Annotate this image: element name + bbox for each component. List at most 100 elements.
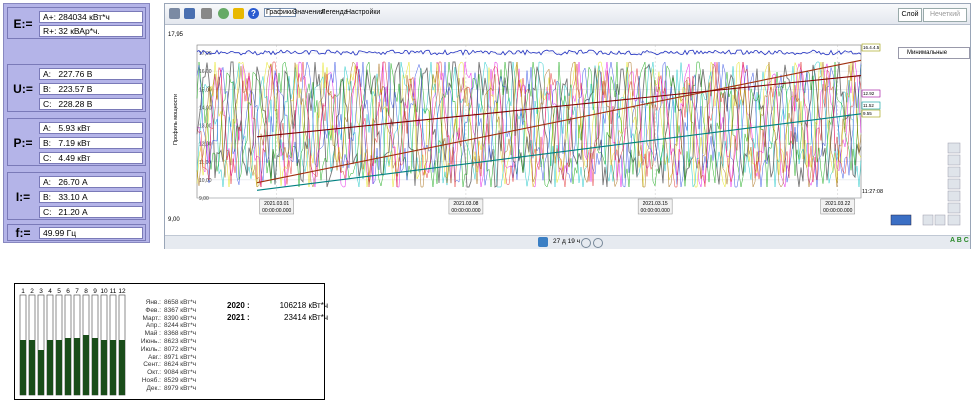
month-name: Сент.: [143, 361, 161, 369]
side-tool-2[interactable] [947, 154, 961, 166]
x-tick-time: 00:00:00.000 [641, 208, 670, 214]
y-tick-label: 13,00 [199, 124, 212, 130]
month-name: Март.: [142, 314, 161, 322]
voltage-c-cell: C: 228.28 В [39, 98, 143, 110]
x-tick-date: 2021.03.08 [453, 201, 478, 207]
energy-a-cell: A+: 284034 кВт*ч [39, 11, 143, 23]
right-label: 9.55 [863, 111, 872, 116]
back-icon[interactable] [581, 238, 591, 248]
month-row: Фев.: 8367 кВт*ч [133, 307, 196, 314]
current-c-cell: C: 21.20 А [39, 206, 143, 218]
layer-button[interactable]: Слой [898, 8, 922, 22]
side-tool-3[interactable] [947, 166, 961, 178]
meter-panel: E:= A+: 284034 кВт*ч R+: 32 кВАр*ч. U:= … [3, 3, 150, 243]
month-row: Окт.: 9084 кВт*ч [133, 369, 196, 376]
month-number: 8 [84, 288, 88, 295]
month-number: 1 [21, 288, 25, 295]
x-tick-date: 2021.03.01 [264, 201, 289, 207]
power-a-cell: A: 5.93 кВт [39, 122, 143, 134]
year-2020-row: 2020 :106218 кВт*ч [227, 301, 328, 310]
month-value: 8367 кВт*ч [164, 306, 197, 314]
mode-button[interactable]: Нечеткий [923, 8, 967, 22]
monthly-bars: 1 2 3 4 5 6 7 8 9 10 11 12 [19, 288, 126, 396]
month-name: Фев.: [145, 306, 161, 314]
month-name: Авг.: [148, 353, 161, 361]
star-icon[interactable] [233, 8, 244, 19]
view-toggle-icon[interactable] [890, 214, 912, 226]
side-tool-4[interactable] [947, 178, 961, 190]
month-row: Янв.: 8658 кВт*ч [133, 299, 196, 306]
month-row: Июль.: 8072 кВт*ч [133, 346, 196, 353]
legend-abc-icon[interactable]: A B C [950, 237, 969, 244]
plot-area: 17,95 9,00 Профиль мощности 17,00 16,00 15… [165, 25, 970, 235]
save-icon[interactable] [184, 8, 195, 19]
tab-values[interactable]: Значения [293, 9, 324, 16]
frequency-symbol: f:= [15, 226, 31, 240]
tab-legend[interactable]: Легенда [321, 9, 348, 16]
month-number: 2 [30, 288, 34, 295]
month-bar-fill [101, 340, 107, 395]
month-value: 8623 кВт*ч [164, 338, 197, 345]
month-value: 8072 кВт*ч [164, 345, 197, 353]
current-a-cell: A: 26.70 А [39, 176, 143, 188]
month-number: 9 [93, 288, 97, 295]
x-tick-time: 00:00:00.000 [823, 208, 852, 214]
print-icon[interactable] [201, 8, 212, 19]
calendar-icon[interactable] [538, 237, 548, 247]
y-top-label: 17,95 [168, 32, 184, 38]
power-b-cell: B: 7.19 кВт [39, 137, 143, 149]
month-name: Янв.: [145, 299, 161, 306]
month-value: 8658 кВт*ч [164, 299, 197, 306]
voltage-group: U:= A: 227.76 В B: 223.57 В C: 228.28 В [7, 64, 146, 112]
current-symbol: I:= [15, 190, 31, 204]
chart-icon[interactable] [169, 8, 180, 19]
month-row: Нояб.: 8529 кВт*ч [133, 377, 196, 384]
zoom-fit-icon[interactable] [947, 214, 961, 226]
tab-graphs[interactable]: Графики [264, 8, 296, 17]
x-tick-date: 2021.03.15 [643, 201, 668, 207]
toolbar: ? Графики Значения Легенда Настройки Сло… [165, 4, 970, 25]
month-value: 8368 кВт*ч [164, 330, 197, 338]
month-bar-fill [92, 338, 98, 395]
month-row: Апр.: 8244 кВт*ч [133, 322, 196, 329]
month-name: Нояб.: [141, 377, 161, 384]
side-tool-1[interactable] [947, 142, 961, 154]
side-tool-6[interactable] [947, 202, 961, 214]
month-bar-fill [20, 340, 26, 395]
energy-symbol: E:= [13, 17, 33, 31]
y-axis-label: Профиль мощности [173, 94, 179, 145]
year-2021-row: 2021 :23414 кВт*ч [227, 313, 328, 322]
x-ticks: 2021.03.0100:00:00.0002021.03.0800:00:00… [259, 198, 856, 215]
month-row: Июнь.: 8623 кВт*ч [133, 338, 196, 345]
series-dropdown[interactable]: Минимальные [898, 47, 970, 59]
energy-group: E:= A+: 284034 кВт*ч R+: 32 кВАр*ч. [7, 7, 146, 39]
month-number: 11 [110, 288, 117, 295]
month-value: 8624 кВт*ч [164, 361, 197, 369]
current-b-cell: B: 33.10 А [39, 191, 143, 203]
y-tick-label: 10,00 [199, 178, 212, 184]
month-number: 12 [118, 288, 126, 295]
month-value: 8971 кВт*ч [164, 353, 197, 361]
power-c-cell: C: 4.49 кВт [39, 152, 143, 164]
x-tick-time: 00:00:00.000 [451, 208, 480, 214]
zoom-in-icon[interactable] [922, 214, 934, 226]
refresh-icon[interactable] [218, 8, 229, 19]
zoom-out-icon[interactable] [934, 214, 946, 226]
month-bar-fill [74, 338, 80, 395]
side-tool-5[interactable] [947, 190, 961, 202]
month-value: 8529 кВт*ч [164, 377, 197, 384]
frequency-cell: 49.99 Гц [39, 227, 143, 239]
month-number: 3 [39, 288, 43, 295]
month-bar-fill [65, 338, 71, 395]
month-name: Окт.: [147, 369, 161, 377]
tab-settings[interactable]: Настройки [346, 9, 380, 16]
x-tick-time: 00:00:00.000 [262, 208, 291, 214]
side-tools [890, 142, 961, 226]
month-bar-fill [47, 340, 53, 395]
forward-icon[interactable] [593, 238, 603, 248]
help-icon[interactable]: ? [248, 8, 259, 19]
status-bar: 27 д 19 ч A B C [165, 235, 970, 249]
power-group: P:= A: 5.93 кВт B: 7.19 кВт C: 4.49 кВт [7, 118, 146, 166]
y-tick-label: 9,00 [199, 196, 209, 202]
end-time-label: 11:27:08 [862, 189, 883, 195]
